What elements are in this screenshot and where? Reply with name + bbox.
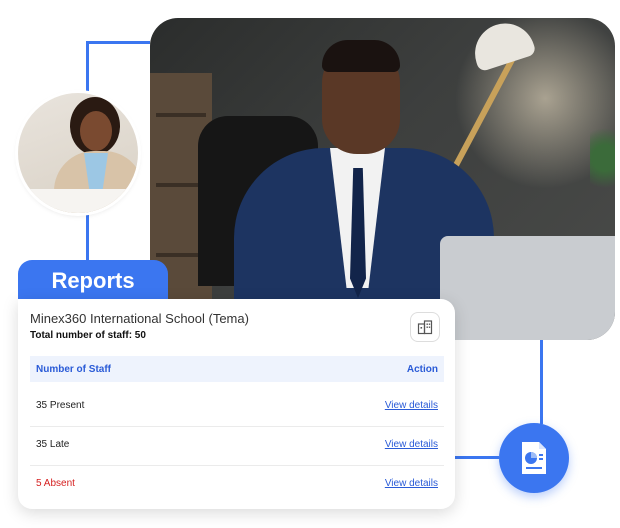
table-row: 35 Present View details [30,387,444,425]
table-row: 35 Late View details [30,426,444,464]
status-absent: 5 Absent [36,478,75,489]
staff-report-card: Minex360 International School (Tema) Tot… [18,299,455,509]
status-late: 35 Late [36,439,70,450]
connector-line-left-upper [86,41,89,93]
connector-line-left-lower [86,212,89,260]
building-icon[interactable] [410,312,440,342]
status-present: 35 Present [36,400,85,411]
avatar-woman-photo [18,93,138,213]
view-details-link-late[interactable]: View details [385,439,438,450]
connector-line-right [540,340,543,424]
reports-tab-label: Reports [51,268,135,293]
hero-photo-businessman [150,18,615,340]
connector-line-bottom [455,456,499,459]
school-name: Minex360 International School (Tema) [30,311,249,326]
connector-line-top [86,41,150,44]
view-details-link-present[interactable]: View details [385,400,438,411]
table-header: Number of Staff Action [30,356,444,382]
report-document-icon[interactable] [499,423,569,493]
column-header-action: Action [406,364,438,375]
total-staff: Total number of staff: 50 [30,330,146,341]
reports-tab[interactable]: Reports [18,260,168,302]
column-header-staff: Number of Staff [36,364,111,375]
table-row: 5 Absent View details [30,465,444,503]
view-details-link-absent[interactable]: View details [385,478,438,489]
